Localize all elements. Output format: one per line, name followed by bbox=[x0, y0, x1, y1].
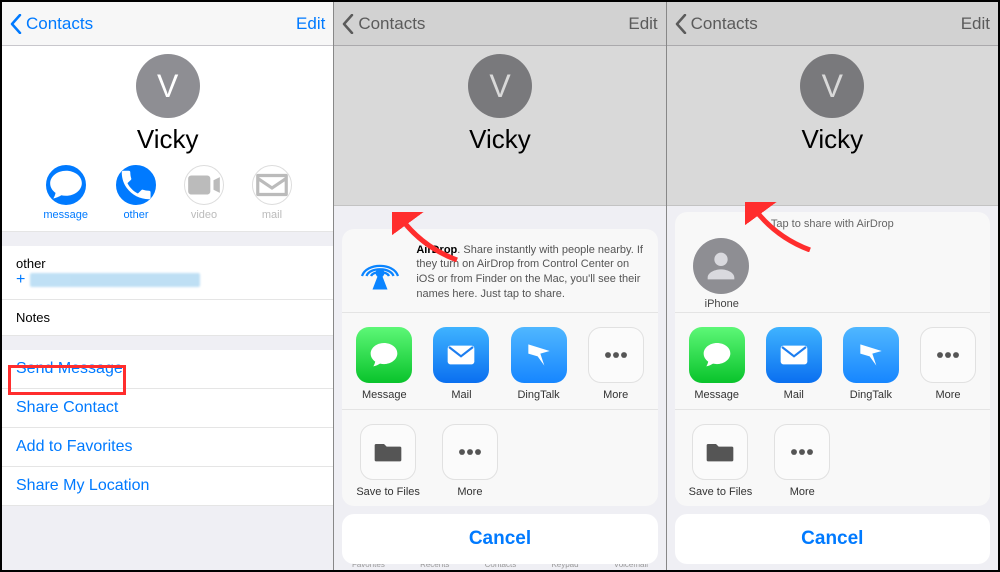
share-contact-link[interactable]: Share Contact bbox=[2, 389, 333, 428]
contact-actions: message other video mail bbox=[2, 165, 333, 221]
video-icon bbox=[185, 166, 223, 204]
phone-cell[interactable]: other + bbox=[2, 246, 333, 300]
share-more-1[interactable]: More bbox=[920, 327, 976, 401]
share-more-2[interactable]: More bbox=[774, 424, 830, 498]
cancel-button[interactable]: Cancel bbox=[342, 514, 657, 564]
message-icon bbox=[368, 339, 400, 371]
message-icon bbox=[47, 166, 85, 204]
share-mail[interactable]: Mail bbox=[433, 327, 489, 401]
share-more-1[interactable]: More bbox=[588, 327, 644, 401]
dingtalk-icon bbox=[855, 339, 887, 371]
message-icon bbox=[701, 339, 733, 371]
share-save-files[interactable]: Save to Files bbox=[689, 424, 753, 498]
share-mail[interactable]: Mail bbox=[766, 327, 822, 401]
share-dingtalk[interactable]: DingTalk bbox=[843, 327, 899, 401]
action-video[interactable]: video bbox=[184, 165, 224, 221]
avatar: V bbox=[136, 54, 200, 118]
mail-icon bbox=[253, 166, 291, 204]
screen-share-sheet-target: Contacts Edit V Vicky Tap to share with … bbox=[666, 2, 998, 570]
cancel-button[interactable]: Cancel bbox=[675, 514, 990, 564]
chevron-left-icon bbox=[10, 14, 22, 34]
avatar: V bbox=[800, 54, 864, 118]
share-message[interactable]: Message bbox=[689, 327, 745, 401]
edit-button: Edit bbox=[961, 14, 990, 34]
app-row-2: Save to Files More bbox=[675, 410, 990, 506]
notes-cell[interactable]: Notes bbox=[2, 300, 333, 336]
screen-share-sheet-airdrop-info: Contacts Edit V Vicky FavoritesRecentsCo… bbox=[333, 2, 665, 570]
share-message[interactable]: Message bbox=[356, 327, 412, 401]
airdrop-info-row[interactable]: AirDrop. Share instantly with people nea… bbox=[342, 229, 657, 312]
share-sheet: Tap to share with AirDrop iPhone Message… bbox=[675, 212, 990, 564]
app-row-2: Save to Files More bbox=[342, 410, 657, 506]
action-message[interactable]: message bbox=[43, 165, 88, 221]
nav-bar: Contacts Edit bbox=[334, 2, 665, 46]
mail-icon bbox=[445, 339, 477, 371]
contact-header: V Vicky message other video mail bbox=[2, 46, 333, 232]
chevron-left-icon bbox=[675, 14, 687, 34]
action-mail[interactable]: mail bbox=[252, 165, 292, 221]
edit-button: Edit bbox=[628, 14, 657, 34]
share-sheet: AirDrop. Share instantly with people nea… bbox=[342, 229, 657, 564]
send-message-link[interactable]: Send Message bbox=[2, 350, 333, 389]
share-location-link[interactable]: Share My Location bbox=[2, 467, 333, 506]
phone-label: other bbox=[16, 256, 319, 271]
contact-name: Vicky bbox=[2, 124, 333, 155]
back-button: Contacts bbox=[342, 14, 425, 34]
add-favorites-link[interactable]: Add to Favorites bbox=[2, 428, 333, 467]
action-call[interactable]: other bbox=[116, 165, 156, 221]
nav-bar: Contacts Edit bbox=[667, 2, 998, 46]
share-dingtalk[interactable]: DingTalk bbox=[511, 327, 567, 401]
mail-icon bbox=[778, 339, 810, 371]
edit-button[interactable]: Edit bbox=[296, 14, 325, 34]
app-row-1: Message Mail DingTalk More bbox=[342, 313, 657, 409]
share-more-2[interactable]: More bbox=[442, 424, 498, 498]
more-icon bbox=[786, 436, 818, 468]
contact-name: Vicky bbox=[667, 124, 998, 155]
back-button[interactable]: Contacts bbox=[10, 14, 93, 34]
screen-contact-detail: Contacts Edit V Vicky message other vide… bbox=[2, 2, 333, 570]
folder-icon bbox=[704, 436, 736, 468]
notes-label: Notes bbox=[16, 310, 319, 325]
nav-bar: Contacts Edit bbox=[2, 2, 333, 46]
more-icon bbox=[600, 339, 632, 371]
folder-icon bbox=[372, 436, 404, 468]
more-icon bbox=[454, 436, 486, 468]
share-save-files[interactable]: Save to Files bbox=[356, 424, 420, 498]
airdrop-target-label: iPhone bbox=[705, 298, 739, 310]
airdrop-target[interactable]: iPhone bbox=[675, 232, 990, 312]
app-row-1: Message Mail DingTalk More bbox=[675, 313, 990, 409]
airdrop-text: AirDrop. Share instantly with people nea… bbox=[416, 243, 643, 302]
more-icon bbox=[932, 339, 964, 371]
contact-name: Vicky bbox=[334, 124, 665, 155]
back-label: Contacts bbox=[26, 14, 93, 34]
person-icon bbox=[693, 238, 749, 294]
avatar: V bbox=[468, 54, 532, 118]
chevron-left-icon bbox=[342, 14, 354, 34]
airdrop-icon bbox=[356, 243, 404, 296]
airdrop-header: Tap to share with AirDrop bbox=[675, 212, 990, 232]
dingtalk-icon bbox=[523, 339, 555, 371]
back-button: Contacts bbox=[675, 14, 758, 34]
phone-icon bbox=[117, 166, 155, 204]
phone-value-blurred bbox=[30, 273, 200, 287]
